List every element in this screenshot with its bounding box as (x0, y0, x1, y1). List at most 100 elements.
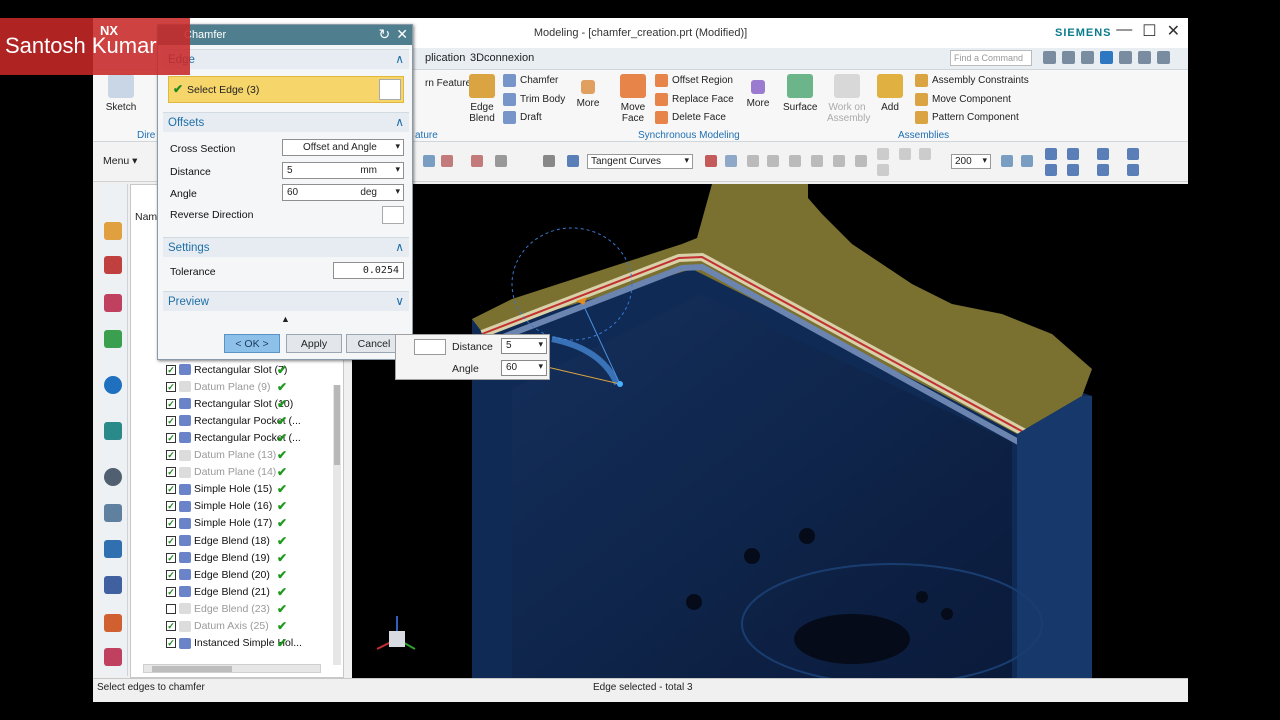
scroll-thumb[interactable] (334, 385, 340, 465)
assembly-constraints-button[interactable]: Assembly Constraints (915, 74, 1029, 87)
navigator-row[interactable]: ✓ Edge Blend (19) ✔ (166, 549, 334, 566)
point-icon[interactable] (747, 155, 759, 167)
cube-icon[interactable] (567, 155, 579, 167)
surface-button[interactable]: Surface (783, 74, 817, 113)
close-icon[interactable]: ✕ (396, 26, 408, 43)
float-angle-field[interactable]: 60 (501, 360, 547, 376)
close-part-icon[interactable] (1157, 51, 1170, 64)
assembly-navigator-icon[interactable] (104, 222, 122, 240)
scroll-thumb[interactable] (152, 666, 232, 672)
rectangle-select-icon[interactable] (495, 155, 507, 167)
navigator-row[interactable]: Edge Blend (23) ✔ (166, 600, 334, 617)
menu-application[interactable]: plication (425, 52, 465, 64)
find-command-input[interactable]: Find a Command (950, 50, 1032, 66)
manufacturing-icon[interactable] (104, 648, 122, 666)
more-feature-button[interactable]: More (575, 74, 601, 109)
visibility-checkbox[interactable]: ✓ (166, 518, 176, 529)
rotate-icon[interactable] (1045, 148, 1057, 160)
navigator-row[interactable]: ✓ Rectangular Pocket (... ✔ (166, 429, 334, 446)
layer-icon[interactable] (1045, 164, 1057, 176)
navigator-row[interactable]: ✓ Datum Plane (14) ✔ (166, 464, 334, 481)
move-component-button[interactable]: Move Component (915, 93, 1011, 106)
more-sync-button[interactable]: More (745, 74, 771, 109)
layer-icon[interactable] (1097, 164, 1109, 176)
ok-button[interactable]: < OK > (224, 334, 280, 353)
navigator-row[interactable]: ✓ Datum Plane (13) ✔ (166, 447, 334, 464)
snap-icon[interactable] (423, 155, 435, 167)
visibility-checkbox[interactable]: ✓ (166, 552, 176, 563)
users-icon[interactable] (104, 614, 122, 632)
preview-section-header[interactable]: Preview ∨ (163, 291, 409, 311)
minimize-button[interactable]: — (1116, 21, 1132, 41)
render-style-icon[interactable] (1097, 148, 1109, 160)
body-icon[interactable] (543, 155, 555, 167)
curve-rule-select[interactable]: Tangent Curves (587, 154, 693, 169)
roles-icon[interactable] (104, 540, 122, 558)
select-icon[interactable] (471, 155, 483, 167)
navigator-row[interactable]: ✓ Datum Plane (9) ✔ (166, 378, 334, 395)
trim-body-button[interactable]: Trim Body (503, 93, 565, 106)
navigator-row[interactable]: ✓ Simple Hole (17) ✔ (166, 515, 334, 532)
section-icon[interactable] (1127, 148, 1139, 160)
visibility-checkbox[interactable]: ✓ (166, 398, 176, 409)
model-viewport[interactable] (352, 184, 1188, 678)
offset-region-button[interactable]: Offset Region (655, 74, 733, 87)
close-button[interactable]: ✕ (1167, 21, 1180, 41)
cross-section-select[interactable]: Offset and Angle ▾ (282, 139, 404, 156)
delete-face-button[interactable]: Delete Face (655, 111, 726, 124)
menu-button[interactable]: Menu ▾ (103, 155, 137, 167)
point-icon[interactable] (811, 155, 823, 167)
visibility-checkbox[interactable]: ✓ (166, 432, 176, 443)
constraint-navigator-icon[interactable] (104, 256, 122, 274)
orient-icon[interactable] (1067, 148, 1079, 160)
system-scenes-icon[interactable] (104, 576, 122, 594)
filter-icon[interactable] (441, 155, 453, 167)
part-navigator-icon[interactable] (104, 294, 122, 312)
restore-icon[interactable] (1138, 51, 1151, 64)
reset-icon[interactable]: ↻ (379, 26, 391, 43)
point-icon[interactable] (919, 148, 931, 160)
navigator-row[interactable]: ✓ Rectangular Slot (7) ✔ (166, 361, 334, 378)
navigator-row[interactable]: ✓ Edge Blend (20) ✔ (166, 566, 334, 583)
circle-icon[interactable] (877, 148, 889, 160)
edge-selection-icon[interactable] (379, 79, 401, 100)
info-icon[interactable] (104, 376, 122, 394)
home-icon[interactable] (1081, 51, 1094, 64)
menu-3dconnexion[interactable]: 3Dconnexion (470, 52, 534, 64)
snap-point-icon[interactable] (705, 155, 717, 167)
visibility-checkbox[interactable]: ✓ (166, 586, 176, 597)
draft-button[interactable]: Draft (503, 111, 542, 124)
maximize-button[interactable]: ☐ (1142, 21, 1156, 41)
navigator-row[interactable]: ✓ Edge Blend (18) ✔ (166, 532, 334, 549)
settings-section-header[interactable]: Settings ∧ (163, 237, 409, 257)
cancel-button[interactable]: Cancel (346, 334, 402, 353)
visibility-checkbox[interactable]: ✓ (166, 621, 176, 631)
zoom-select[interactable]: 200 (951, 154, 991, 169)
distance-field[interactable]: 5 mm ▾ (282, 162, 404, 179)
arrow-icon[interactable] (725, 155, 737, 167)
help-icon[interactable] (1100, 51, 1113, 64)
reverse-direction-button[interactable] (382, 206, 404, 224)
navigator-row[interactable]: ✓ Instanced Simple Hol... ✔ (166, 635, 334, 652)
add-component-button[interactable]: Add (877, 74, 903, 113)
history-icon[interactable] (104, 468, 122, 486)
float-distance-field[interactable]: 5 (501, 338, 547, 354)
handle-point[interactable] (617, 381, 623, 387)
navigator-row[interactable]: ✓ Edge Blend (21) ✔ (166, 583, 334, 600)
zoom-icon[interactable] (1021, 155, 1033, 167)
graphics-window[interactable] (352, 184, 1188, 678)
visibility-checkbox[interactable]: ✓ (166, 381, 176, 392)
visibility-checkbox[interactable] (166, 603, 176, 614)
dialog-title-bar[interactable]: Chamfer ↻ ✕ (158, 25, 412, 45)
fit-icon[interactable] (1001, 155, 1013, 167)
navigator-row[interactable]: ✓ Rectangular Slot (10) ✔ (166, 395, 334, 412)
layer-icon[interactable] (1067, 164, 1079, 176)
navigator-hscroll[interactable] (143, 664, 321, 673)
chamfer-button[interactable]: Chamfer (503, 74, 558, 87)
plus-icon[interactable] (899, 148, 911, 160)
more-options-icon[interactable]: ▲ (281, 314, 290, 324)
visibility-checkbox[interactable]: ✓ (166, 501, 176, 512)
cross-section-mini-select[interactable] (414, 339, 446, 355)
select-edge-row[interactable]: ✔ Select Edge (3) (168, 76, 404, 103)
visibility-checkbox[interactable]: ✓ (166, 638, 176, 649)
